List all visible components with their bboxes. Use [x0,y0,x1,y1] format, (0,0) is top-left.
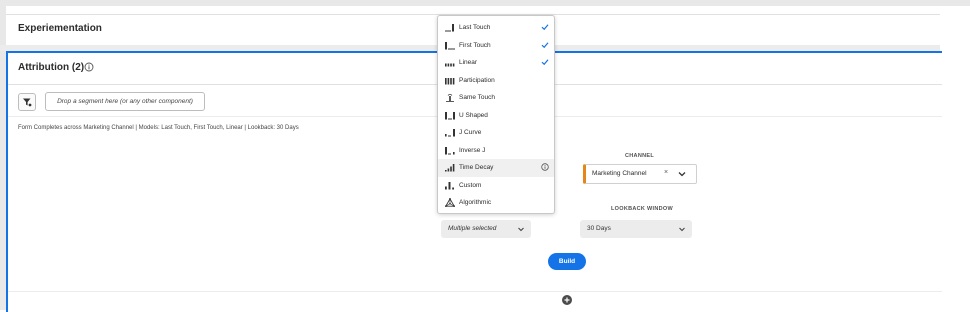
menu-item-label: Time Decay [459,164,494,171]
menu-item-label: Same Touch [459,94,496,101]
lookback-select[interactable]: 30 Days [580,220,692,238]
attribution-model-menu: Last Touch First Touch Linear Participat… [437,15,555,214]
segment-drop-zone[interactable]: Drop a segment here (or any other compon… [45,92,205,111]
attribution-summary: Form Completes across Marketing Channel … [18,125,299,131]
menu-item-participation[interactable]: Participation [438,72,554,90]
checkmark-icon [541,59,549,66]
top-gutter [0,0,970,6]
menu-item-label: Linear [459,59,478,66]
menu-item-u-shaped[interactable]: U Shaped [438,107,554,125]
add-circle-icon[interactable] [562,295,572,305]
menu-item-last-touch[interactable]: Last Touch [438,19,554,37]
segment-filter-button[interactable] [18,93,36,111]
time-decay-icon [445,164,455,172]
experimentation-title[interactable]: Experiementation [18,23,102,34]
menu-item-custom[interactable]: Custom [438,177,554,195]
menu-item-same-touch[interactable]: Same Touch [438,89,554,107]
menu-item-label: Last Touch [459,24,491,31]
j-curve-icon [445,129,455,137]
model-select-value: Multiple selected [448,225,497,232]
build-button[interactable]: Build [548,253,586,270]
menu-item-label: Custom [459,181,482,189]
same-touch-icon [446,93,454,102]
model-select[interactable]: Multiple selected [441,220,531,238]
menu-item-first-touch[interactable]: First Touch [438,37,554,55]
menu-item-label: U Shaped [459,111,488,119]
info-circle-icon[interactable] [541,163,549,171]
menu-item-label: Participation [459,76,495,84]
chevron-down-icon [679,227,685,232]
menu-item-linear[interactable]: Linear [438,54,554,72]
funnel-filter-icon [23,98,32,107]
lookback-value: 30 Days [587,225,611,232]
last-touch-icon [445,24,454,32]
chevron-down-icon [518,227,524,232]
checkmark-icon [541,24,549,31]
inverse-j-icon [445,146,455,154]
menu-item-label: J Curve [459,129,482,136]
algorithmic-icon [445,198,455,207]
chevron-down-icon[interactable] [676,168,688,180]
info-circle-icon[interactable] [84,62,94,72]
menu-item-label: First Touch [459,41,491,49]
divider [8,291,942,292]
u-shaped-icon [445,111,455,119]
channel-value: Marketing Channel [592,170,647,177]
custom-icon [445,181,454,189]
checkmark-icon [541,41,549,48]
channel-label: CHANNEL [625,153,654,159]
attribution-title[interactable]: Attribution (2) [18,62,84,73]
channel-field[interactable]: Marketing Channel × [583,164,697,184]
menu-item-algorithmic[interactable]: Algorithmic [438,194,554,212]
menu-item-inverse-j[interactable]: Inverse J [438,142,554,160]
clear-channel-icon[interactable]: × [664,169,668,176]
menu-item-label: Algorithmic [459,199,492,206]
menu-item-time-decay[interactable]: Time Decay [438,159,554,177]
menu-item-j-curve[interactable]: J Curve [438,124,554,142]
first-touch-icon [445,41,455,49]
menu-item-label: Inverse J [459,146,486,154]
lookback-label: LOOKBACK WINDOW [611,206,673,212]
linear-icon [445,63,455,67]
participation-icon [445,77,455,84]
